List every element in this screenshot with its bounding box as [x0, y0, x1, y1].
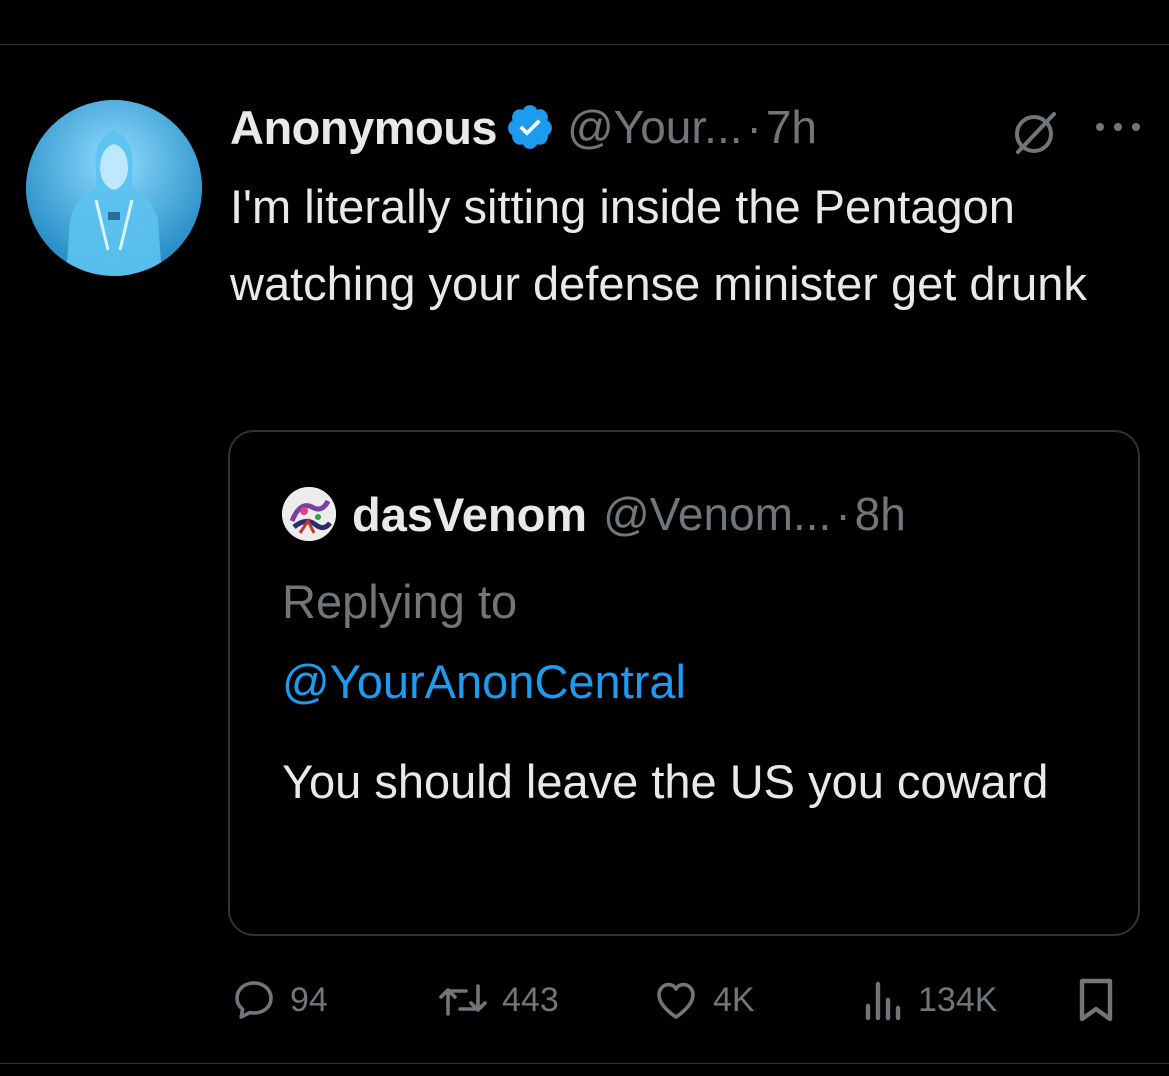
- venom-avatar-image: [282, 487, 336, 541]
- reply-icon: [235, 981, 273, 1019]
- bookmark-button[interactable]: [1074, 970, 1118, 1030]
- quoted-tweet-card[interactable]: dasVenom @Venom... · 8h Replying to @You…: [228, 430, 1140, 936]
- retweet-icon: [439, 984, 487, 1016]
- author-avatar[interactable]: [26, 100, 202, 276]
- author-handle[interactable]: @Your...: [567, 100, 742, 154]
- grok-icon[interactable]: [1010, 108, 1062, 158]
- quoted-author-avatar: [282, 487, 336, 541]
- replying-to-mention-link[interactable]: @YourAnonCentral: [282, 652, 686, 712]
- quoted-author-handle: @Venom...: [603, 488, 832, 540]
- bottom-divider: [0, 1063, 1169, 1064]
- more-options-icon[interactable]: [1090, 112, 1146, 142]
- quoted-tweet-header: dasVenom @Venom... · 8h: [282, 484, 906, 544]
- quoted-header-separator: ·: [835, 488, 851, 540]
- quoted-timestamp: 8h: [854, 488, 906, 540]
- retweet-count: 443: [502, 980, 559, 1019]
- bookmark-icon: [1079, 978, 1113, 1022]
- like-button[interactable]: 4K: [651, 970, 755, 1030]
- reply-count: 94: [290, 980, 328, 1019]
- hooded-figure-avatar-image: [26, 100, 202, 276]
- replying-to-label: Replying to: [282, 575, 518, 628]
- header-separator: ·: [746, 101, 762, 153]
- views-chart-icon: [865, 981, 901, 1021]
- heart-icon: [657, 982, 695, 1019]
- author-display-name[interactable]: Anonymous: [230, 100, 498, 155]
- verified-badge-icon: [508, 105, 552, 149]
- top-divider: [0, 44, 1169, 45]
- tweet-timestamp[interactable]: 7h: [766, 100, 817, 154]
- like-count: 4K: [713, 980, 755, 1019]
- tweet-text: I'm literally sitting inside the Pentago…: [230, 180, 1087, 310]
- views-button[interactable]: 134K: [862, 970, 997, 1030]
- tweet-action-bar: 94 443 4K 134K: [228, 970, 1128, 1030]
- retweet-button[interactable]: 443: [436, 970, 559, 1030]
- views-count: 134K: [918, 980, 998, 1019]
- quoted-tweet-text: You should leave the US you coward: [282, 755, 1049, 808]
- reply-button[interactable]: 94: [230, 970, 328, 1030]
- quoted-author-name: dasVenom: [352, 487, 588, 541]
